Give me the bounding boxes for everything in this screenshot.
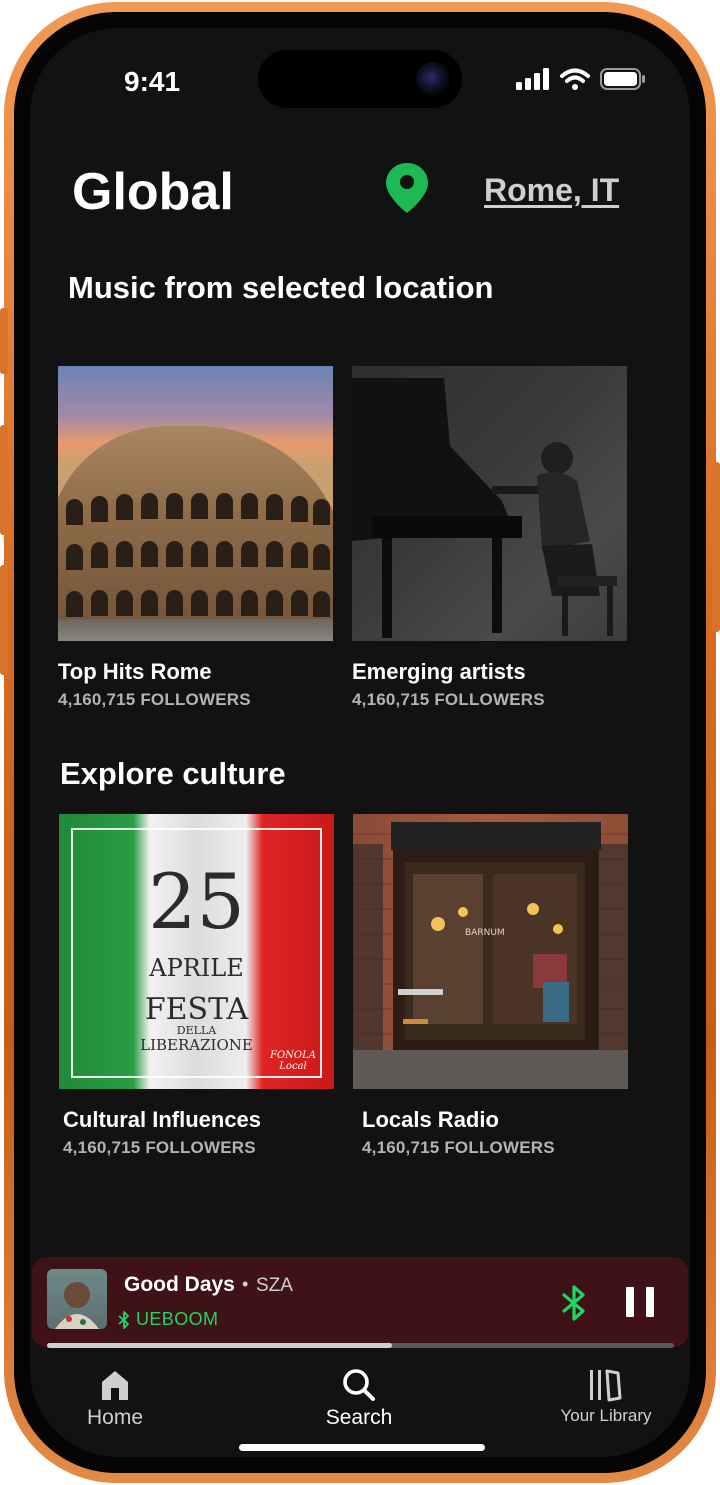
action-button bbox=[0, 308, 8, 374]
mini-player[interactable]: Good Days • SZA UEBOOM bbox=[32, 1257, 688, 1347]
card-followers: 4,160,715 FOLLOWERS bbox=[362, 1138, 555, 1157]
power-button bbox=[712, 462, 720, 632]
separator-dot: • bbox=[242, 1274, 249, 1294]
bottom-nav: Home Search Your Library bbox=[30, 1358, 690, 1457]
storefront-photo: BARNUM bbox=[353, 814, 628, 1089]
device-name: UEBOOM bbox=[136, 1309, 219, 1329]
location-link[interactable]: Rome, IT bbox=[484, 172, 619, 209]
playback-progress[interactable] bbox=[47, 1343, 674, 1348]
colosseum-photo bbox=[58, 366, 333, 641]
page-title: Global bbox=[72, 163, 234, 221]
home-indicator bbox=[239, 1444, 485, 1451]
nav-library[interactable]: Your Library bbox=[550, 1368, 662, 1426]
status-icons bbox=[516, 68, 646, 90]
nav-search[interactable]: Search bbox=[319, 1368, 399, 1430]
wifi-icon bbox=[560, 68, 590, 90]
section-title-culture: Explore culture bbox=[60, 756, 286, 791]
playlist-card-cultural-influences[interactable]: 25 APRILE FESTA DELLA LIBERAZIONE FONOLA… bbox=[59, 814, 334, 1158]
section-title-location: Music from selected location bbox=[68, 270, 494, 305]
track-title: Good Days bbox=[124, 1273, 235, 1296]
signal-icon bbox=[516, 68, 549, 90]
camera-icon bbox=[416, 62, 450, 96]
status-time: 9:41 bbox=[124, 66, 181, 97]
location-pin-icon[interactable] bbox=[386, 163, 428, 213]
svg-text:BARNUM: BARNUM bbox=[465, 928, 505, 938]
screen: 9:41 Global Rome, IT Music from selected… bbox=[30, 28, 690, 1457]
battery-icon bbox=[600, 68, 645, 90]
home-icon bbox=[102, 1371, 128, 1400]
playlist-card-top-hits-rome[interactable]: Top Hits Rome 4,160,715 FOLLOWERS bbox=[58, 366, 333, 710]
header: Global Rome, IT bbox=[30, 158, 690, 228]
card-followers: 4,160,715 FOLLOWERS bbox=[352, 690, 545, 709]
pianist-photo bbox=[352, 366, 627, 641]
nav-home[interactable]: Home bbox=[82, 1368, 148, 1430]
search-icon bbox=[343, 1369, 375, 1401]
track-artist: SZA bbox=[256, 1275, 293, 1296]
now-playing-cover bbox=[47, 1269, 107, 1329]
nav-library-label: Your Library bbox=[560, 1406, 652, 1425]
fonola-logo: FONOLA Local bbox=[270, 1050, 316, 1072]
connected-device: UEBOOM bbox=[118, 1309, 218, 1330]
nav-home-label: Home bbox=[86, 1406, 144, 1429]
dynamic-island bbox=[258, 50, 462, 108]
card-followers: 4,160,715 FOLLOWERS bbox=[58, 690, 251, 709]
pause-button[interactable] bbox=[626, 1287, 654, 1317]
card-title: Locals Radio bbox=[362, 1107, 499, 1132]
italian-flag-poster: 25 APRILE FESTA DELLA LIBERAZIONE FONOLA… bbox=[59, 814, 334, 1089]
volume-up-button bbox=[0, 425, 8, 535]
bluetooth-icon bbox=[118, 1310, 129, 1329]
library-icon bbox=[590, 1369, 622, 1402]
card-title: Top Hits Rome bbox=[58, 659, 212, 684]
card-title: Emerging artists bbox=[352, 659, 526, 684]
playlist-card-locals-radio[interactable]: BARNUM Locals Radio 4,160,715 FOLLOWERS bbox=[353, 814, 628, 1158]
status-bar: 9:41 bbox=[30, 28, 690, 138]
bluetooth-icon[interactable] bbox=[562, 1285, 586, 1321]
card-title: Cultural Influences bbox=[63, 1107, 262, 1132]
volume-down-button bbox=[0, 565, 8, 675]
nav-search-label: Search bbox=[325, 1406, 393, 1429]
playlist-card-emerging-artists[interactable]: Emerging artists 4,160,715 FOLLOWERS bbox=[352, 366, 627, 710]
card-followers: 4,160,715 FOLLOWERS bbox=[63, 1138, 256, 1157]
playback-progress-fill bbox=[47, 1343, 392, 1348]
